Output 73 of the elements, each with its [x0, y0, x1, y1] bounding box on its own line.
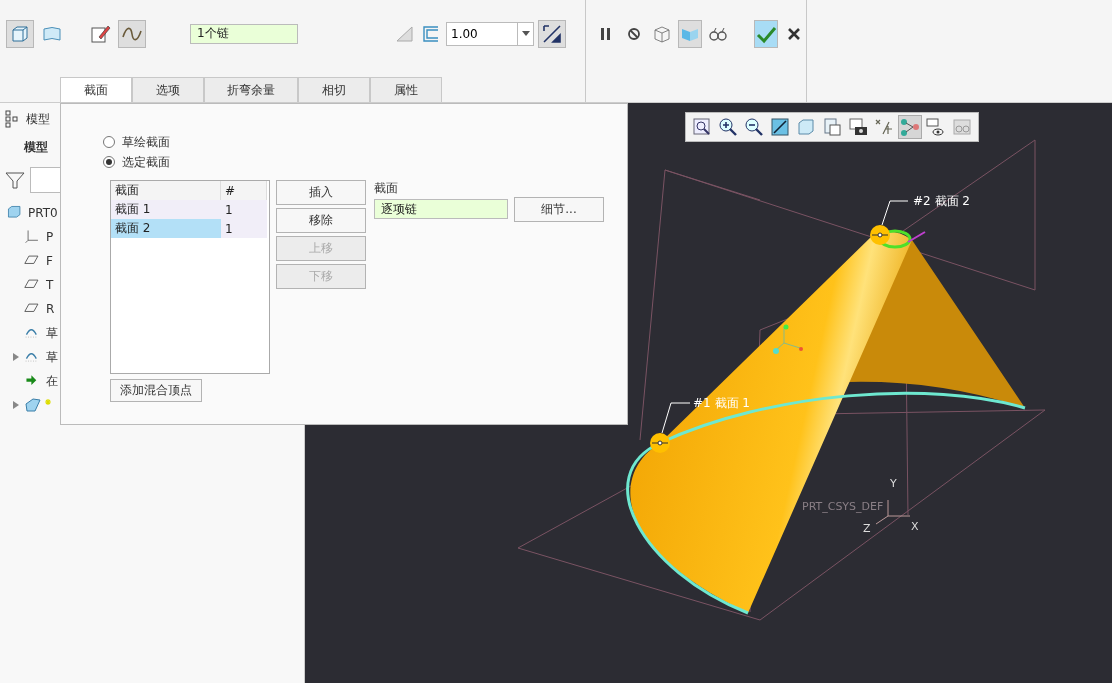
leader-line: [881, 200, 909, 226]
cube-icon: [795, 116, 817, 138]
curve-button[interactable]: [118, 19, 146, 48]
view-tool-button[interactable]: [768, 115, 792, 139]
tree-item-label: F: [46, 254, 53, 268]
zoom-in-icon: [717, 116, 739, 138]
zoom-fit-icon: [691, 116, 713, 138]
details-button[interactable]: 细节...: [514, 197, 604, 222]
tree-item[interactable]: 草: [4, 321, 58, 345]
radio-option[interactable]: 草绘截面: [103, 132, 627, 152]
solid-button[interactable]: [6, 19, 34, 48]
tab[interactable]: 截面: [60, 77, 132, 102]
table-cell[interactable]: 1: [221, 200, 267, 219]
nodes-icon: [899, 116, 921, 138]
csys-label: PRT_CSYS_DEF: [802, 500, 884, 513]
plane-view-icon: [769, 116, 791, 138]
axis-label: Z: [863, 522, 871, 535]
expand-arrow-icon[interactable]: [12, 352, 20, 362]
tree-item[interactable]: PRT0: [4, 201, 58, 225]
tree-item-label: 在: [46, 372, 58, 390]
radio-option[interactable]: 选定截面: [103, 152, 627, 172]
table-cell[interactable]: 截面 2: [111, 219, 221, 238]
tree-item-label: 草: [46, 324, 58, 342]
column-header: 截面: [111, 181, 221, 200]
column-header: #: [221, 181, 267, 200]
layers-icon: [821, 116, 843, 138]
axis-label: Y: [890, 477, 897, 490]
table-cell[interactable]: 截面 1: [111, 200, 221, 219]
tab[interactable]: 相切: [298, 77, 370, 102]
tree-item[interactable]: F: [4, 249, 53, 273]
tree-item-label: PRT0: [28, 206, 58, 220]
panel-subtitle: 模型: [24, 138, 48, 156]
chain-field[interactable]: 1个链: [190, 23, 298, 44]
panel-title: 模型: [26, 110, 50, 128]
radio-icon[interactable]: [103, 156, 115, 168]
axis-label: X: [911, 520, 919, 533]
action-button[interactable]: 移除: [276, 208, 366, 233]
flip-arrow-icon: [541, 22, 563, 45]
tree-item[interactable]: P: [4, 225, 54, 249]
add-vertex-button[interactable]: 添加混合顶点: [110, 379, 202, 402]
table-cell[interactable]: 1: [221, 219, 267, 238]
action-button[interactable]: 插入: [276, 180, 366, 205]
tree-item-label: P: [46, 230, 54, 244]
filter-icon: [4, 169, 26, 191]
tree-item[interactable]: 草: [4, 345, 58, 369]
tab[interactable]: 选项: [132, 77, 204, 102]
confirm-button[interactable]: [753, 20, 778, 48]
caret-icon: [521, 31, 530, 36]
section-field[interactable]: 逐项链: [374, 199, 508, 219]
expand-arrow-icon[interactable]: [12, 400, 20, 410]
glasses-icon: [951, 116, 973, 138]
zoom-out-icon: [743, 116, 765, 138]
tree-item[interactable]: 在: [4, 369, 58, 393]
section-marker: [870, 225, 890, 245]
tab[interactable]: 折弯余量: [204, 77, 298, 102]
dropdown-button[interactable]: [518, 21, 534, 46]
tree-item-label: 草: [46, 348, 58, 366]
tree-item[interactable]: R: [4, 297, 55, 321]
thickness-field[interactable]: 1.00: [446, 21, 518, 46]
radio-icon[interactable]: [103, 136, 115, 148]
tree-item-label: T: [46, 278, 54, 292]
feature-icon: [24, 396, 54, 414]
tree-item-label: R: [46, 302, 55, 316]
flip-button[interactable]: [538, 19, 566, 48]
tree-icon: [4, 110, 20, 128]
tab[interactable]: 属性: [370, 77, 442, 102]
leader-line: [661, 402, 691, 434]
section-marker: [650, 433, 670, 453]
field-label: 截面: [374, 180, 399, 197]
origin-marker-drawing: [773, 324, 803, 354]
section-label: #2 截面 2: [913, 194, 970, 208]
camera-icon: [847, 116, 869, 138]
tree-item[interactable]: T: [4, 273, 54, 297]
